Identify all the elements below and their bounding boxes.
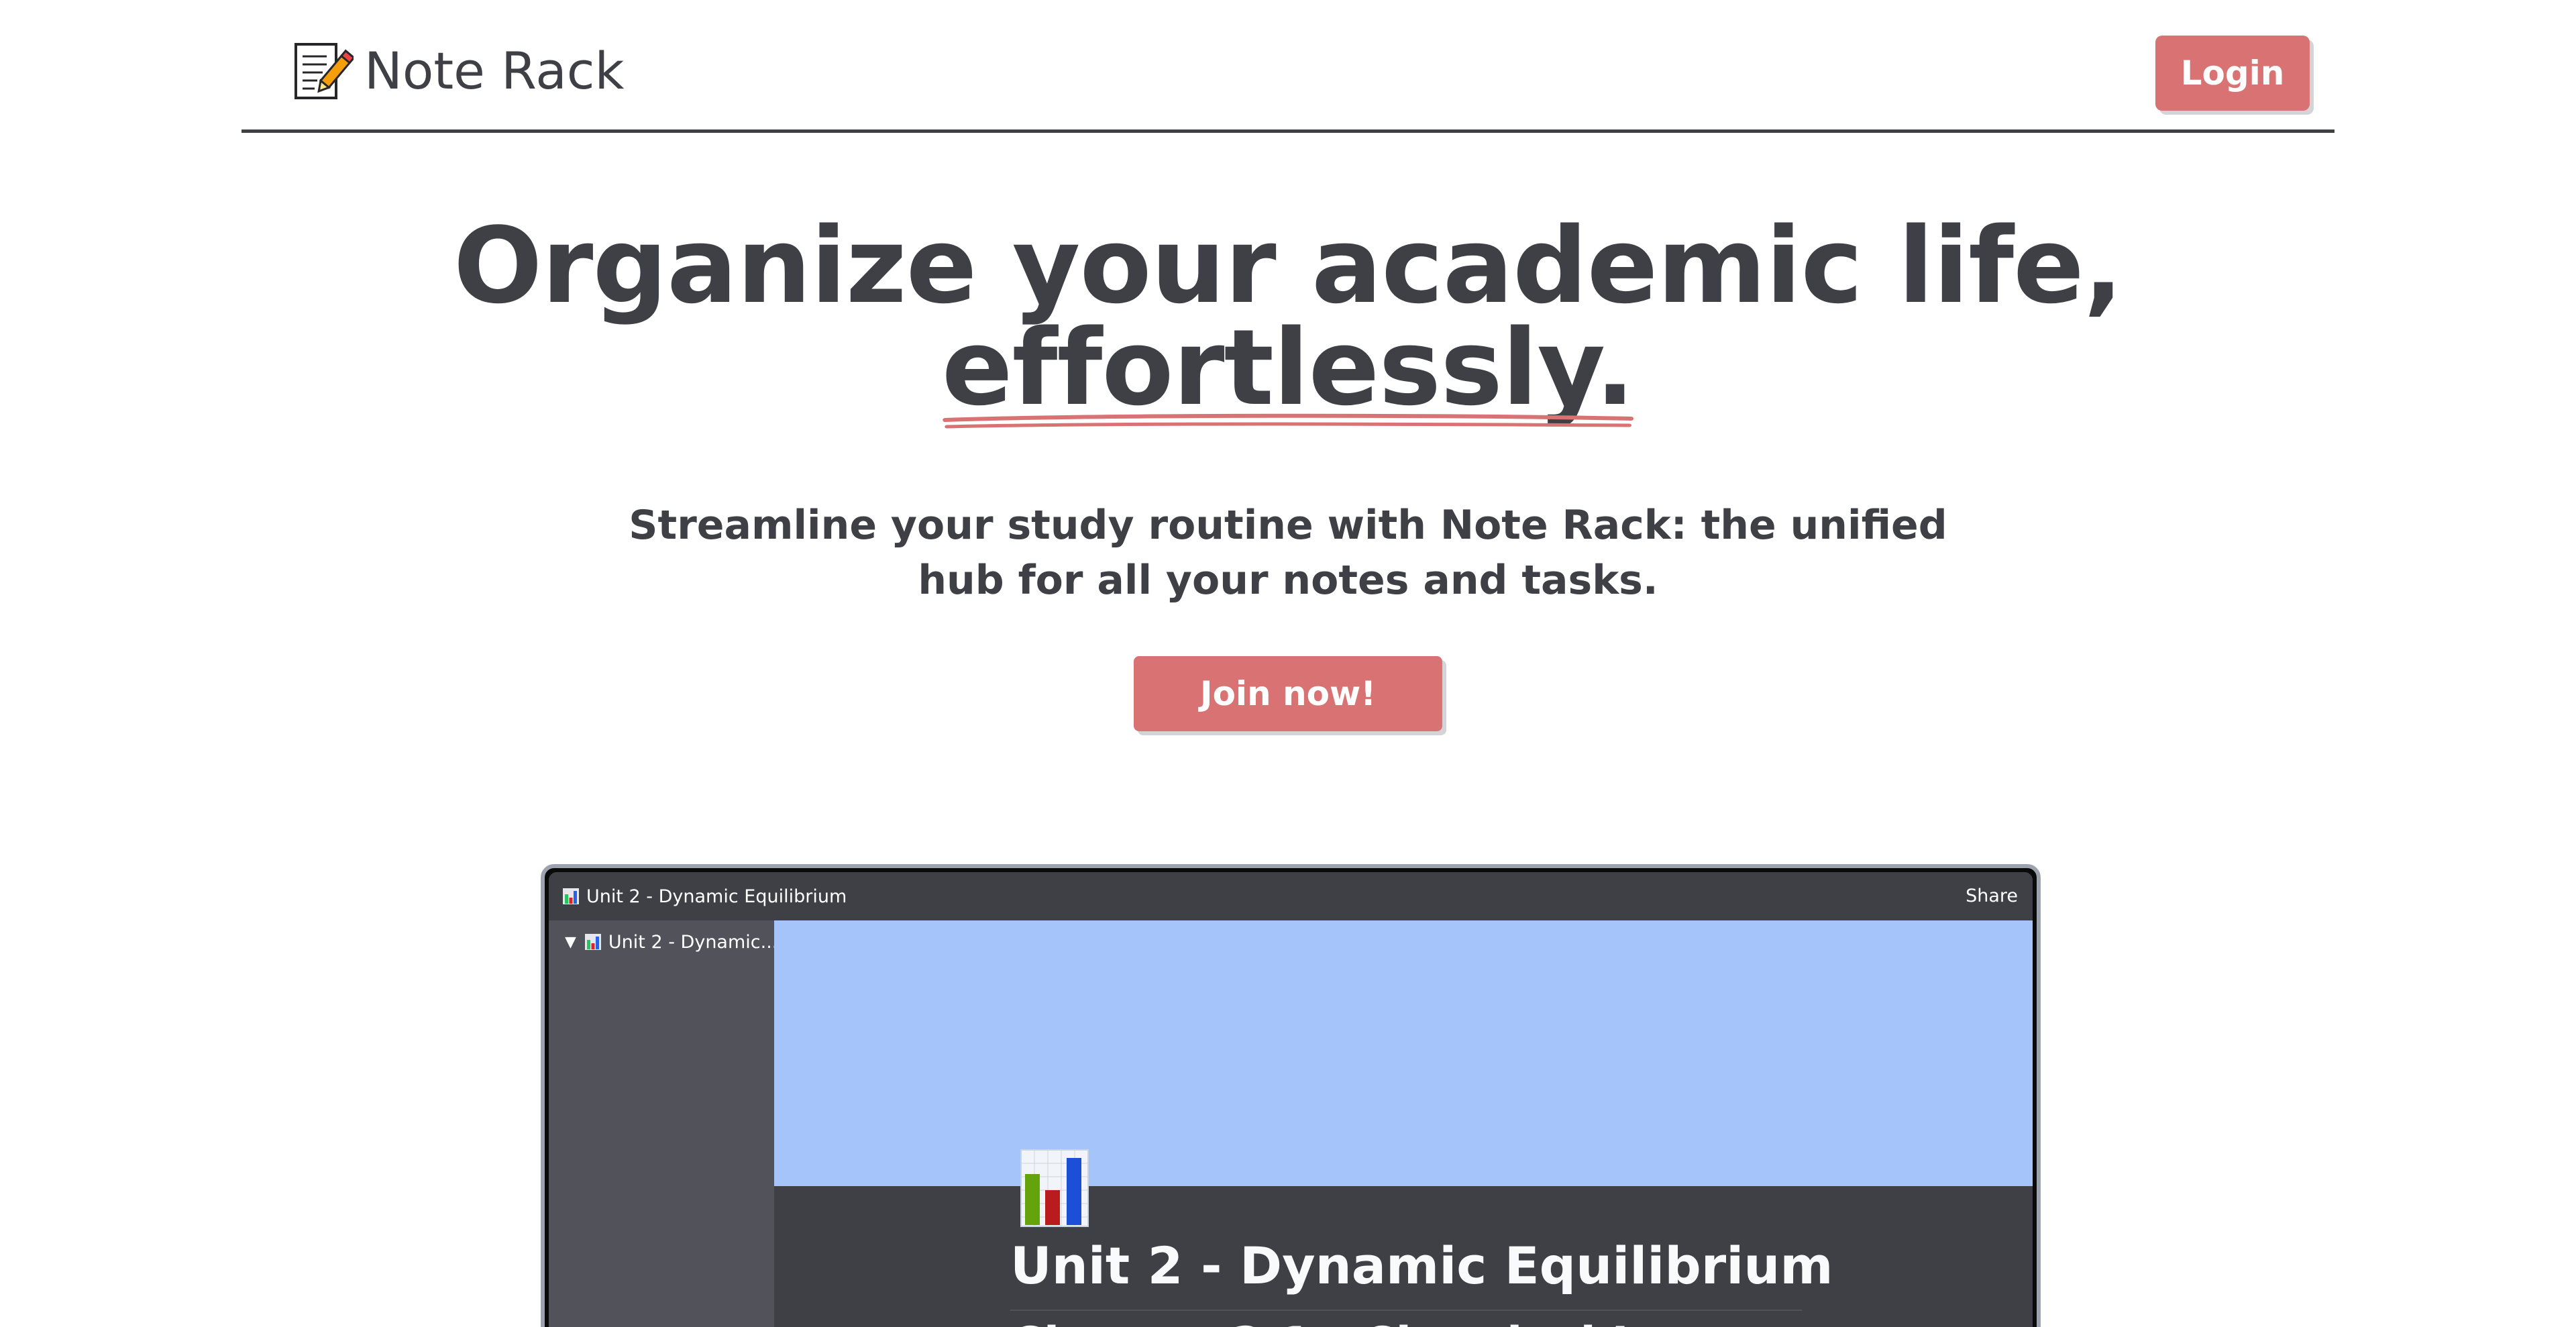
login-button[interactable]: Login bbox=[2155, 36, 2310, 111]
hero-title-line-2: effortlessly. bbox=[0, 315, 2576, 429]
hero-accent-word: effortlessly. bbox=[942, 315, 1635, 429]
app-preview: Unit 2 - Dynamic Equilibrium Share ▼ Uni… bbox=[541, 864, 2041, 1327]
logo[interactable]: Note Rack bbox=[292, 40, 625, 102]
preview-page-subheading: Chapter 2.1 - Chemical Ju... bbox=[1010, 1318, 1713, 1327]
preview-cover-image bbox=[774, 920, 2033, 1186]
preview-sidebar: ▼ Unit 2 - Dynamic... bbox=[549, 920, 777, 1327]
join-now-button[interactable]: Join now! bbox=[1134, 656, 1442, 731]
hero-title: Organize your academic life, effortlessl… bbox=[0, 205, 2576, 429]
hero-subtitle: Streamline your study routine with Note … bbox=[0, 498, 2576, 608]
app-preview-window: Unit 2 - Dynamic Equilibrium Share ▼ Uni… bbox=[549, 872, 2033, 1327]
hero-subtitle-line-2: hub for all your notes and tasks. bbox=[918, 557, 1658, 604]
preview-topbar: Unit 2 - Dynamic Equilibrium Share bbox=[549, 872, 2033, 920]
preview-page-title: Unit 2 - Dynamic Equilibrium bbox=[1010, 1236, 1833, 1295]
memo-pencil-icon bbox=[294, 43, 354, 99]
logo-text: Note Rack bbox=[364, 41, 625, 101]
bar-chart-icon bbox=[584, 934, 601, 950]
preview-share-button: Share bbox=[1966, 886, 2018, 906]
preview-sidebar-item-label: Unit 2 - Dynamic... bbox=[608, 931, 778, 953]
triangle-down-icon: ▼ bbox=[565, 933, 576, 951]
bar-chart-icon bbox=[1020, 1149, 1089, 1227]
landing-page: Note Rack Login Organize your academic l… bbox=[0, 0, 2576, 1327]
hero-subtitle-line-1: Streamline your study routine with Note … bbox=[629, 502, 1947, 549]
preview-main: Unit 2 - Dynamic Equilibrium Chapter 2.1… bbox=[774, 920, 2033, 1327]
site-header: Note Rack Login bbox=[241, 0, 2334, 133]
preview-breadcrumb-title: Unit 2 - Dynamic Equilibrium bbox=[586, 886, 847, 907]
preview-breadcrumb: Unit 2 - Dynamic Equilibrium bbox=[562, 884, 847, 908]
preview-divider bbox=[1010, 1310, 1802, 1311]
scribble-underline-icon bbox=[943, 413, 1633, 429]
preview-sidebar-item: ▼ Unit 2 - Dynamic... bbox=[565, 930, 777, 954]
bar-chart-icon bbox=[563, 888, 579, 904]
hero-title-line-1: Organize your academic life, bbox=[453, 205, 2123, 327]
